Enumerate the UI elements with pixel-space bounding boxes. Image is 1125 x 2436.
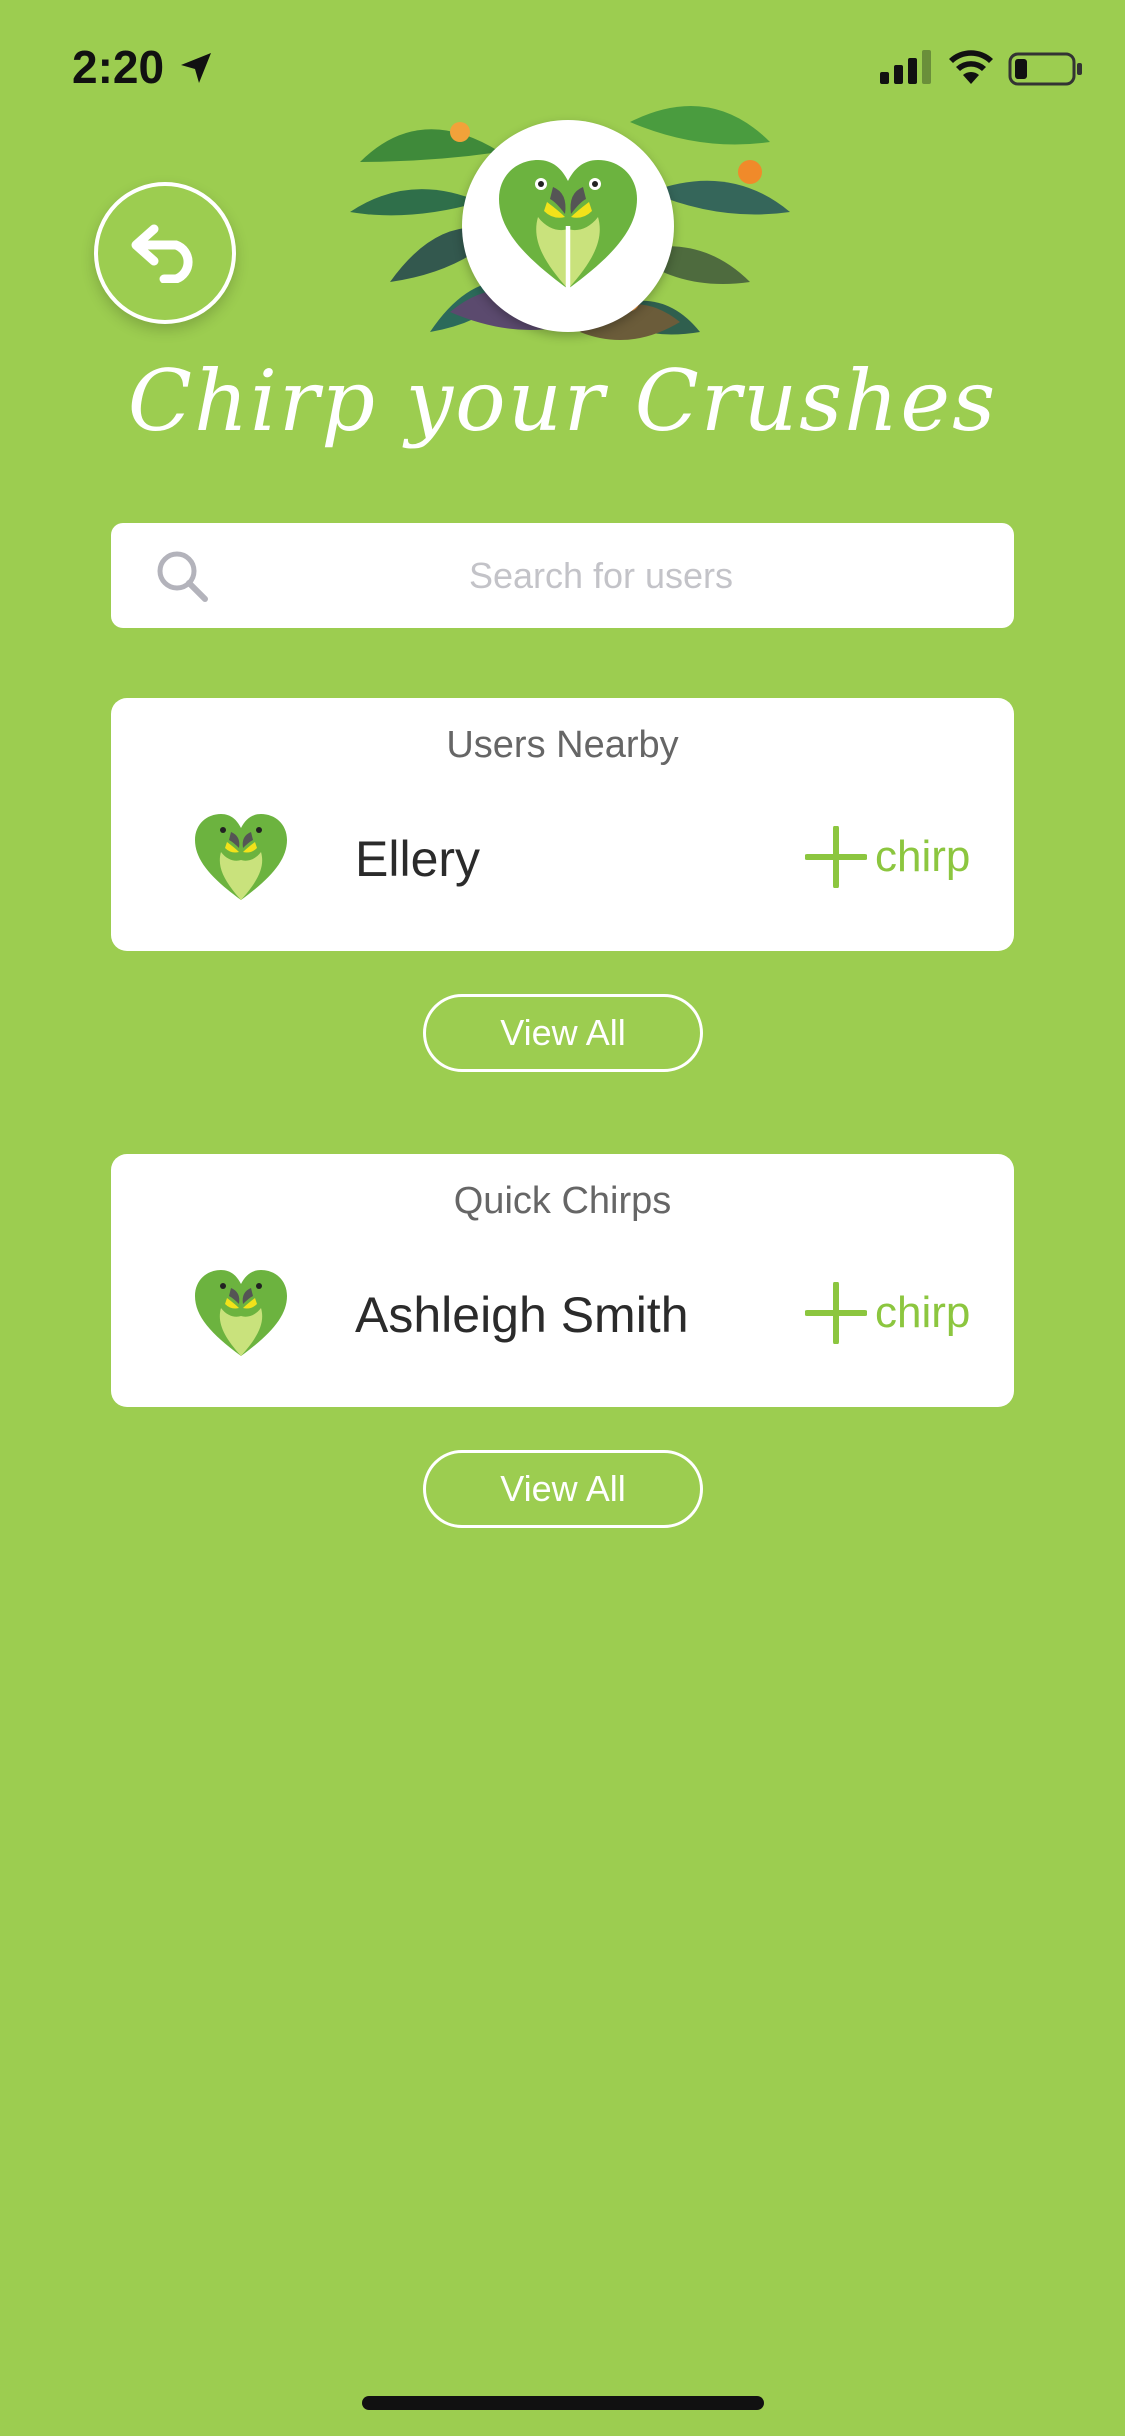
avatar [195, 1270, 287, 1356]
chirp-label: chirp [875, 832, 971, 881]
user-name: Ellery [355, 831, 481, 887]
section-title-quick-chirps: Quick Chirps [453, 1180, 672, 1222]
list-item[interactable]: Ellery chirp [111, 808, 1014, 918]
view-all-nearby-button[interactable]: View All [423, 994, 703, 1072]
status-time: 2:20 [72, 41, 165, 93]
parrot-logo-icon [499, 160, 637, 289]
list-item[interactable]: Ashleigh Smith chirp [111, 1264, 1014, 1374]
view-all-quick-chirps-button[interactable]: View All [423, 1450, 703, 1528]
wifi-icon [949, 50, 993, 84]
signal-icon [880, 50, 931, 84]
page-title: Chirp your Crushes [127, 352, 998, 450]
back-arrow-icon [131, 224, 193, 283]
user-name: Ashleigh Smith [355, 1287, 689, 1343]
chirp-label: chirp [875, 1288, 971, 1337]
home-indicator[interactable] [362, 2396, 764, 2410]
quick-chirps-card: Quick Chirps Ashleigh Smith chirp [111, 1154, 1014, 1407]
search-icon [157, 551, 208, 602]
search-bar[interactable] [111, 523, 1014, 628]
plus-icon [805, 826, 867, 888]
users-nearby-card: Users Nearby Ellery chirp [111, 698, 1014, 951]
battery-icon [1008, 52, 1082, 86]
search-input[interactable] [231, 523, 971, 628]
avatar [195, 814, 287, 900]
chirp-button[interactable]: chirp [805, 822, 970, 892]
app-logo [462, 120, 674, 332]
plus-icon [805, 1282, 867, 1344]
section-title-users-nearby: Users Nearby [446, 724, 679, 766]
chirp-button[interactable]: chirp [805, 1278, 970, 1348]
back-button[interactable] [94, 182, 236, 324]
location-arrow-icon [181, 53, 211, 83]
